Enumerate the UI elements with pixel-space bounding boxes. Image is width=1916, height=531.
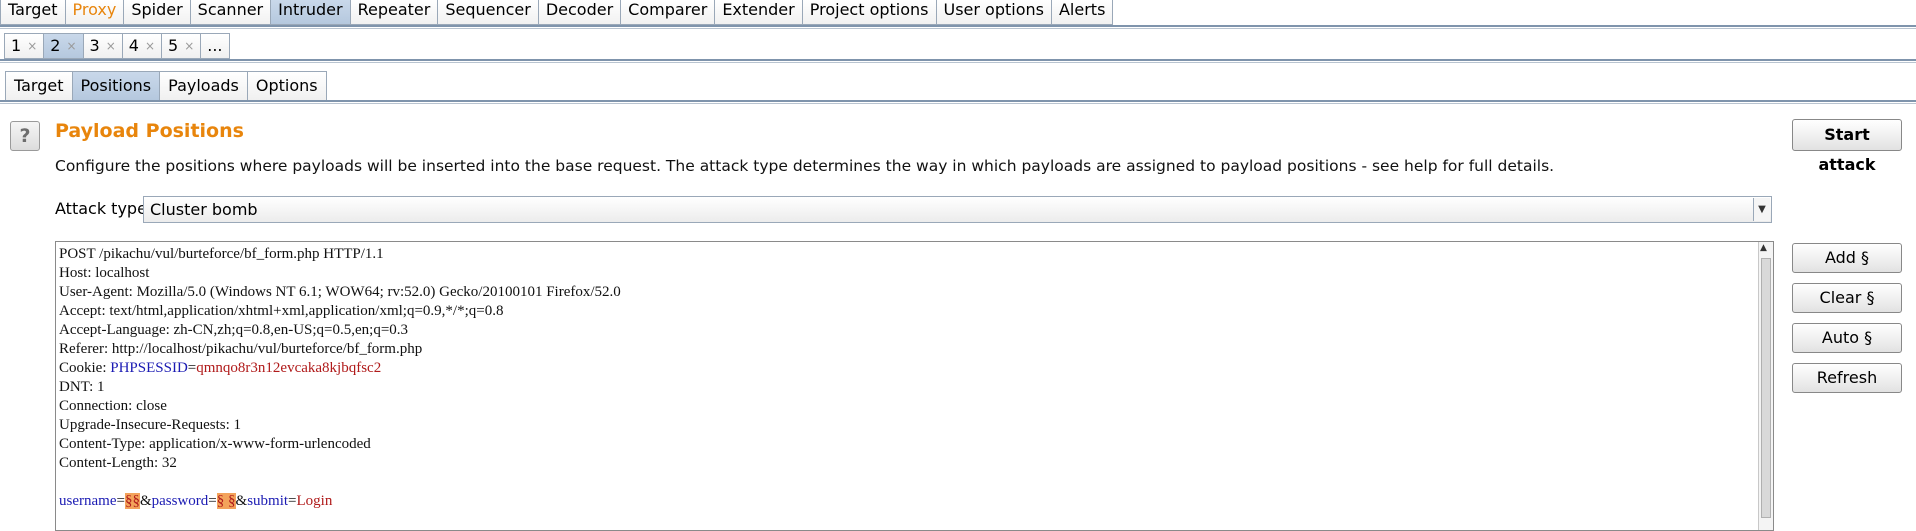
intruder-tab-5[interactable]: 5 × (161, 33, 202, 59)
cookie-prefix: Cookie: (59, 360, 111, 376)
tab-comparer[interactable]: Comparer (620, 0, 716, 25)
tab-proxy[interactable]: Proxy (64, 0, 125, 25)
main-tab-divider (0, 25, 1916, 27)
tab-scanner[interactable]: Scanner (189, 0, 272, 25)
tab-label: 4 (128, 36, 139, 55)
header-accept-language: Accept-Language: zh-CN,zh;q=0.8,en-US;q=… (59, 322, 409, 338)
header-content-type: Content-Type: application/x-www-form-url… (59, 436, 371, 452)
close-icon[interactable]: × (145, 33, 155, 59)
tab-repeater[interactable]: Repeater (349, 0, 439, 25)
intruder-tab-2[interactable]: 2 × (43, 33, 84, 59)
payload-marker-password[interactable]: § § (216, 493, 236, 509)
body-submit-value: Login (296, 493, 333, 509)
subtab-target[interactable]: Target (5, 71, 73, 101)
request-body: username=§§&password=§ §&submit=Login (59, 493, 332, 509)
body-amp: & (139, 493, 152, 509)
main-tab-bar: Target Proxy Spider Scanner Intruder Rep… (0, 0, 1114, 26)
refresh-button[interactable]: Refresh (1792, 363, 1902, 393)
close-icon[interactable]: × (184, 33, 194, 59)
intruder-tab-3[interactable]: 3 × (82, 33, 123, 59)
header-dnt: DNT: 1 (59, 379, 105, 395)
panel-title: Payload Positions (55, 120, 244, 142)
sub-tab-divider-thin (0, 103, 1916, 104)
editor-scrollbar[interactable]: ▲ (1758, 242, 1773, 530)
tab-user-options[interactable]: User options (935, 0, 1052, 25)
body-eq: = (116, 493, 125, 509)
number-tab-divider-thin (0, 62, 1916, 63)
body-amp: & (235, 493, 248, 509)
body-eq: = (208, 493, 217, 509)
help-icon[interactable]: ? (10, 121, 40, 151)
tab-target[interactable]: Target (0, 0, 66, 25)
request-line: POST /pikachu/vul/burteforce/bf_form.php… (59, 246, 384, 262)
header-cookie: Cookie: PHPSESSID=qmnqo8r3n12evcaka8kjbq… (59, 360, 381, 376)
attack-type-label: Attack type: (55, 199, 153, 218)
header-accept: Accept: text/html,application/xhtml+xml,… (59, 303, 504, 319)
payload-marker-username[interactable]: §§ (124, 493, 140, 509)
tab-project-options[interactable]: Project options (801, 0, 937, 25)
sub-tab-bar: Target Positions Payloads Options (5, 71, 327, 101)
number-tab-divider (0, 59, 1916, 61)
intruder-tab-4[interactable]: 4 × (121, 33, 162, 59)
request-text[interactable]: POST /pikachu/vul/burteforce/bf_form.php… (56, 242, 1773, 511)
header-host: Host: localhost (59, 265, 150, 281)
tab-label: 5 (168, 36, 179, 55)
scroll-thumb[interactable] (1761, 258, 1771, 518)
body-password-key: password (151, 493, 209, 509)
body-eq: = (288, 493, 297, 509)
cookie-value: qmnqo8r3n12evcaka8kjbqfsc2 (196, 360, 382, 376)
sub-tab-divider (0, 100, 1916, 102)
intruder-number-tabs: 1 × 2 × 3 × 4 × 5 × ... (4, 33, 230, 59)
cookie-eq: = (187, 360, 197, 376)
tab-label: ... (207, 36, 223, 55)
close-icon[interactable]: × (106, 33, 116, 59)
body-username-key: username (59, 493, 117, 509)
tab-label: 1 (11, 36, 22, 55)
tab-extender[interactable]: Extender (714, 0, 803, 25)
auto-marker-button[interactable]: Auto § (1792, 323, 1902, 353)
tab-alerts[interactable]: Alerts (1050, 0, 1114, 25)
header-referer: Referer: http://localhost/pikachu/vul/bu… (59, 341, 423, 357)
clear-markers-button[interactable]: Clear § (1792, 283, 1902, 313)
subtab-payloads[interactable]: Payloads (159, 71, 248, 101)
main-tab-divider-thin (0, 28, 1916, 29)
header-connection: Connection: close (59, 398, 167, 414)
header-content-length: Content-Length: 32 (59, 455, 177, 471)
tab-decoder[interactable]: Decoder (537, 0, 622, 25)
start-attack-button[interactable]: Start attack (1792, 119, 1902, 174)
panel-description: Configure the positions where payloads w… (55, 157, 1555, 175)
tab-intruder[interactable]: Intruder (270, 0, 351, 25)
body-submit-key: submit (247, 493, 289, 509)
request-editor[interactable]: POST /pikachu/vul/burteforce/bf_form.php… (55, 241, 1774, 531)
tab-label: 2 (50, 36, 61, 55)
cookie-key: PHPSESSID (110, 360, 188, 376)
tab-label: 3 (89, 36, 100, 55)
header-user-agent: User-Agent: Mozilla/5.0 (Windows NT 6.1;… (59, 284, 621, 300)
attack-type-select[interactable]: Cluster bomb ▼ (143, 196, 1772, 223)
close-icon[interactable]: × (27, 33, 37, 59)
attack-type-value: Cluster bomb (150, 200, 258, 219)
add-marker-button[interactable]: Add § (1792, 243, 1902, 273)
subtab-options[interactable]: Options (246, 71, 327, 101)
scroll-up-icon[interactable]: ▲ (1760, 243, 1767, 253)
intruder-tab-1[interactable]: 1 × (4, 33, 45, 59)
intruder-tab-new[interactable]: ... (200, 33, 230, 59)
chevron-down-icon[interactable]: ▼ (1753, 198, 1770, 221)
tab-spider[interactable]: Spider (123, 0, 191, 25)
close-icon[interactable]: × (66, 33, 76, 59)
header-upgrade: Upgrade-Insecure-Requests: 1 (59, 417, 242, 433)
subtab-positions[interactable]: Positions (71, 71, 161, 101)
tab-sequencer[interactable]: Sequencer (437, 0, 539, 25)
